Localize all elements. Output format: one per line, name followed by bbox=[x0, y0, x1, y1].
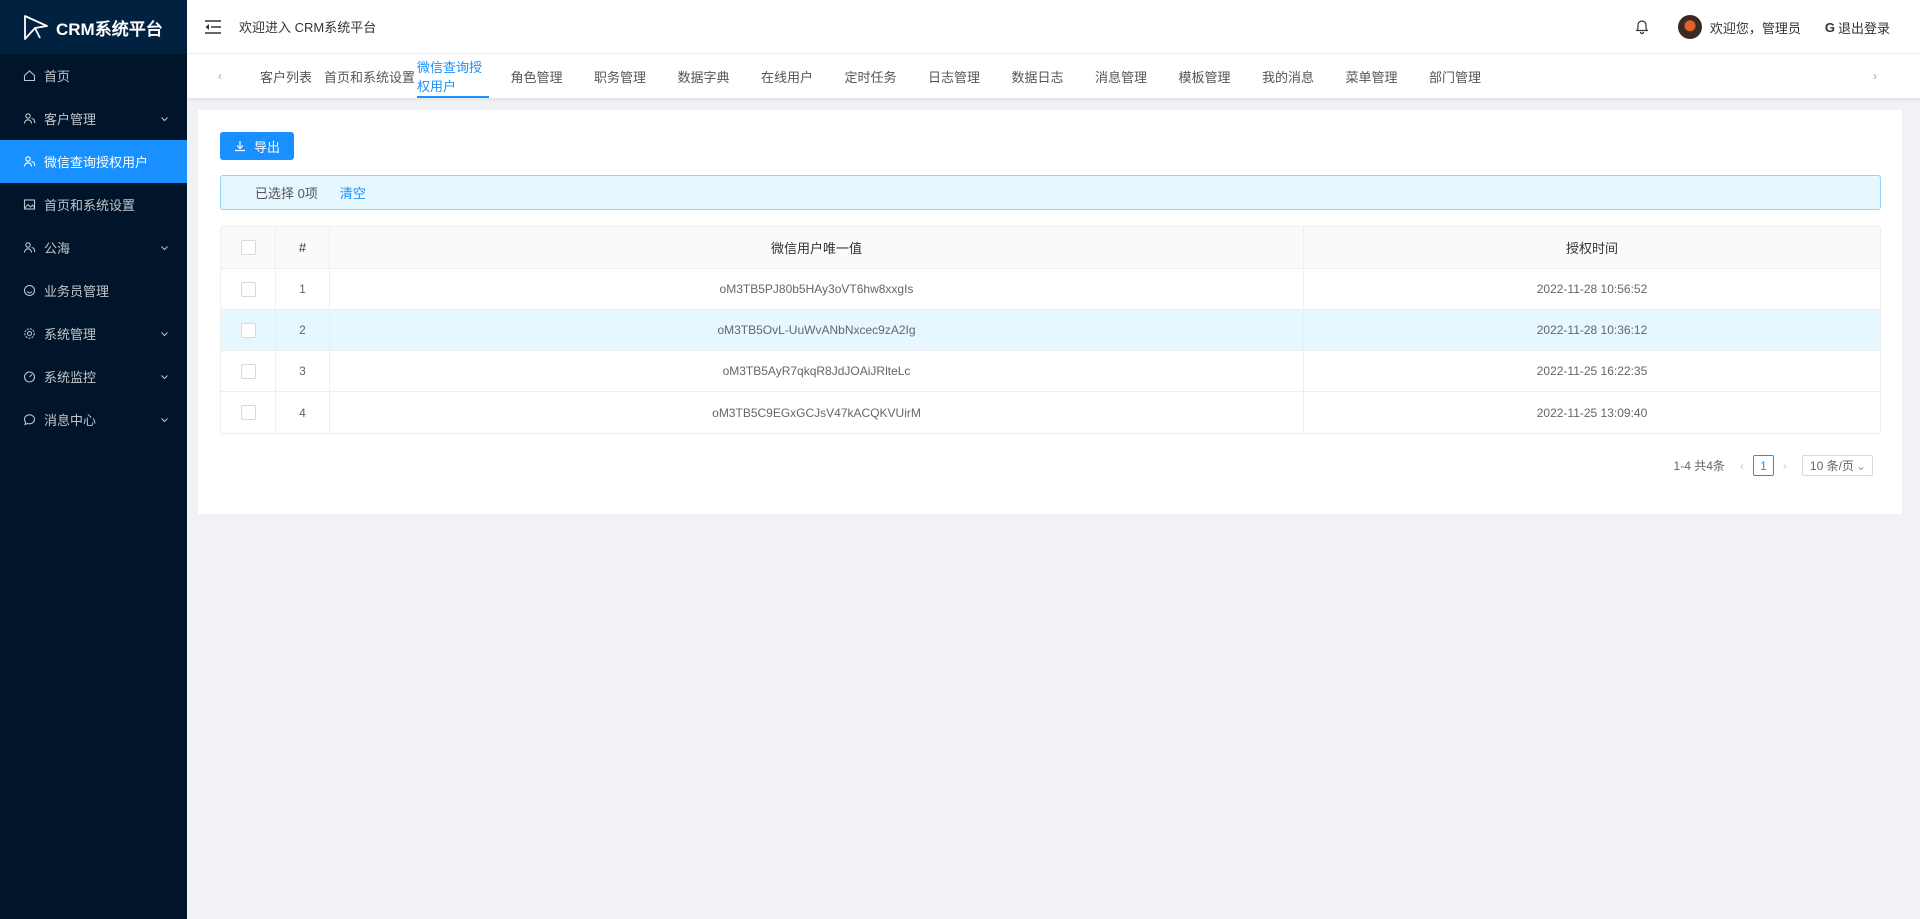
chevron-down-icon bbox=[160, 240, 169, 255]
app-title: CRM系统平台 bbox=[56, 19, 163, 39]
row-index: 1 bbox=[276, 269, 330, 309]
dashboard-icon bbox=[22, 370, 36, 384]
row-index: 4 bbox=[276, 392, 330, 433]
tab-scroll-right-icon[interactable]: › bbox=[1860, 54, 1890, 98]
bell-icon[interactable] bbox=[1634, 19, 1650, 35]
message-icon bbox=[22, 413, 36, 427]
sidebar-item-label: 系统管理 bbox=[44, 327, 97, 342]
row-time: 2022-11-28 10:36:12 bbox=[1536, 323, 1648, 337]
smile-icon bbox=[22, 284, 36, 298]
header-actions: 欢迎您，管理员 G 退出登录 bbox=[1634, 0, 1890, 54]
row-checkbox[interactable] bbox=[240, 363, 256, 379]
row-checkbox[interactable] bbox=[240, 405, 256, 420]
sidebar-item-4[interactable]: 公海 bbox=[0, 226, 187, 269]
header: 欢迎进入 CRM系统平台 欢迎您，管理员 G 退出登录 bbox=[187, 0, 1920, 54]
sidebar-item-0[interactable]: 首页 bbox=[0, 54, 187, 97]
chevron-down-icon bbox=[160, 111, 169, 126]
row-time: 2022-11-25 16:22:35 bbox=[1536, 364, 1648, 378]
row-openid: oM3TB5OvL-UuWvANbNxcec9zA2Ig bbox=[330, 310, 1304, 350]
sidebar-menu: 首页客户管理微信查询授权用户 首页和系统设置 公海业务员管理系统管理系统监控消息中心 bbox=[0, 54, 187, 441]
row-checkbox-cell bbox=[221, 310, 276, 350]
tab-14[interactable]: 部门管理 bbox=[1395, 54, 1515, 98]
home-icon bbox=[22, 69, 36, 83]
header-checkbox-cell bbox=[221, 227, 276, 268]
row-time: 2022-11-25 13:09:40 bbox=[1536, 405, 1648, 420]
users-icon bbox=[22, 241, 36, 255]
prev-page-icon[interactable]: ‹ bbox=[1735, 459, 1749, 473]
row-checkbox-cell bbox=[221, 269, 276, 309]
sidebar-item-1[interactable]: 客户管理 bbox=[0, 97, 187, 140]
row-index: 3 bbox=[276, 351, 330, 391]
column-header-time[interactable]: 授权时间 bbox=[1304, 227, 1880, 268]
selection-count: 已选择 0项 bbox=[255, 186, 318, 201]
row-time: 2022-11-28 10:56:52 bbox=[1536, 282, 1648, 296]
row-checkbox[interactable] bbox=[240, 322, 256, 338]
logout-icon: G bbox=[1824, 19, 1835, 35]
sidebar-item-label: 首页和系统设置 bbox=[44, 198, 136, 213]
page-size-value: 10 条/页 bbox=[1809, 459, 1854, 473]
logout-label: 退出登录 bbox=[1837, 20, 1890, 36]
sidebar-item-8[interactable]: 消息中心 bbox=[0, 398, 187, 441]
row-openid: oM3TB5AyR7qkqR8JdJOAiJRlteLc bbox=[330, 351, 1304, 391]
users-icon bbox=[22, 112, 36, 126]
table-row[interactable]: 4 oM3TB5C9EGxGCJsV47kACQKVUirM 2022-11-25 … bbox=[221, 392, 1880, 433]
sidebar-item-label: 公海 bbox=[44, 241, 71, 256]
export-button[interactable]: 导出 bbox=[220, 132, 294, 160]
export-label: 导出 bbox=[253, 139, 280, 155]
pagination: 1-4 共4条 ‹ 1 › 10 条/页 ⌄ bbox=[1674, 455, 1873, 476]
row-checkbox-cell bbox=[221, 351, 276, 391]
next-page-icon[interactable]: › bbox=[1778, 459, 1792, 473]
sidebar-item-label: 微信查询授权用户 bbox=[44, 155, 149, 170]
table-row[interactable]: 1 oM3TB5PJ80b5HAy3oVT6hw8xxgIs 2022-11-28 … bbox=[221, 269, 1880, 310]
table-header-row: # 微信用户唯一值 授权时间 bbox=[221, 227, 1880, 269]
content-card: 导出 已选择 0项 清空 # 微信用户唯一值 授权时间 1 oM3TB5PJ80b… bbox=[198, 110, 1902, 514]
sidebar-item-7[interactable]: 系统监控 bbox=[0, 355, 187, 398]
chevron-down-icon bbox=[160, 326, 169, 341]
row-openid: oM3TB5C9EGxGCJsV47kACQKVUirM bbox=[330, 392, 1304, 433]
tab-1[interactable]: 首页和系统设置 bbox=[310, 54, 430, 98]
data-table: # 微信用户唯一值 授权时间 1 oM3TB5PJ80b5HAy3oVT6hw8x… bbox=[220, 226, 1881, 434]
logo[interactable]: CRM系统平台 bbox=[0, 0, 187, 54]
user-greeting[interactable]: 欢迎您，管理员 bbox=[1710, 18, 1801, 37]
users-icon bbox=[22, 155, 36, 169]
avatar[interactable] bbox=[1677, 15, 1702, 39]
sidebar-item-label: 系统监控 bbox=[44, 370, 97, 385]
row-checkbox-cell bbox=[221, 392, 276, 433]
logo-icon bbox=[24, 15, 48, 40]
chevron-down-icon bbox=[160, 369, 169, 384]
selection-alert: 已选择 0项 清空 bbox=[220, 175, 1881, 210]
pagination-total: 1-4 共4条 bbox=[1673, 459, 1725, 473]
row-checkbox[interactable] bbox=[240, 281, 256, 297]
row-openid: oM3TB5PJ80b5HAy3oVT6hw8xxgIs bbox=[330, 269, 1304, 309]
table-row[interactable]: 3 oM3TB5AyR7qkqR8JdJOAiJRlteLc 2022-11-25 … bbox=[221, 351, 1880, 392]
chevron-down-icon: ⌄ bbox=[1855, 458, 1866, 473]
chevron-down-icon bbox=[160, 412, 169, 427]
sidebar-item-3[interactable]: 首页和系统设置 bbox=[0, 183, 187, 226]
page-size-select[interactable]: 10 条/页 ⌄ bbox=[1801, 455, 1873, 476]
menu-fold-icon[interactable] bbox=[203, 17, 223, 37]
sidebar-item-label: 客户管理 bbox=[44, 112, 97, 127]
row-index: 2 bbox=[276, 310, 330, 350]
sidebar-item-6[interactable]: 系统管理 bbox=[0, 312, 187, 355]
select-all-checkbox[interactable] bbox=[240, 240, 256, 255]
table-row[interactable]: 2 oM3TB5OvL-UuWvANbNxcec9zA2Ig 2022-11-28 … bbox=[221, 310, 1880, 351]
sidebar-item-label: 首页 bbox=[44, 69, 71, 84]
column-header-index: # bbox=[276, 227, 330, 268]
sidebar-item-5[interactable]: 业务员管理 bbox=[0, 269, 187, 312]
image-icon bbox=[22, 198, 36, 212]
clear-selection-link[interactable]: 清空 bbox=[340, 183, 366, 202]
welcome-text: 欢迎进入 CRM系统平台 bbox=[239, 20, 377, 35]
sidebar-item-2[interactable]: 微信查询授权用户 bbox=[0, 140, 187, 183]
gear-icon bbox=[22, 327, 36, 341]
page-number[interactable]: 1 bbox=[1752, 455, 1774, 476]
download-icon bbox=[234, 141, 245, 152]
tab-bar: ‹ › 客户列表 首页和系统设置 微信查询授权用户 角色管理 职务管理 数据字典 在线用户定… bbox=[187, 54, 1920, 99]
sidebar-item-label: 消息中心 bbox=[44, 413, 97, 428]
column-header-openid[interactable]: 微信用户唯一值 bbox=[330, 227, 1304, 268]
logout-button[interactable]: G 退出登录 bbox=[1825, 18, 1890, 37]
sidebar: CRM系统平台 首页客户管理微信查询授权用户 首页和系统设置 公海业务员管理系统管理… bbox=[0, 0, 187, 919]
sidebar-item-label: 业务员管理 bbox=[44, 284, 110, 299]
